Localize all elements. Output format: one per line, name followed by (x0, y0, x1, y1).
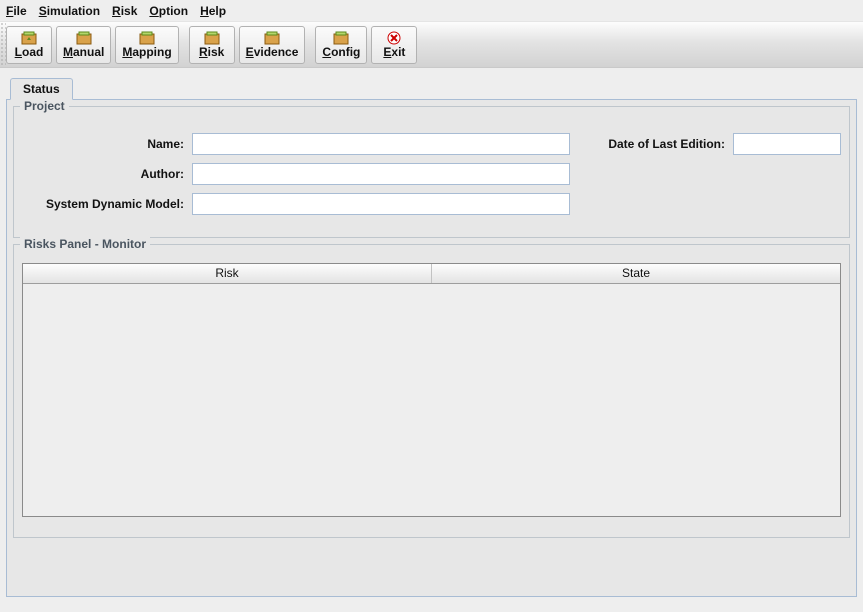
name-input[interactable] (192, 133, 570, 155)
menu-option[interactable]: Option (149, 4, 188, 18)
menu-risk[interactable]: Risk (112, 4, 137, 18)
risks-col-state[interactable]: State (432, 264, 840, 283)
author-input[interactable] (192, 163, 570, 185)
date-last-edition-label: Date of Last Edition: (608, 137, 733, 151)
menu-simulation[interactable]: Simulation (39, 4, 100, 18)
project-group: Project Name: Date of Last Edition: Auth… (13, 106, 850, 238)
date-last-edition-input[interactable] (733, 133, 841, 155)
risks-col-risk[interactable]: Risk (23, 264, 432, 283)
name-label: Name: (22, 137, 192, 151)
risks-panel-group: Risks Panel - Monitor Risk State (13, 244, 850, 538)
status-panel: Project Name: Date of Last Edition: Auth… (6, 99, 857, 597)
config-button[interactable]: Config (315, 26, 367, 64)
toolbar-group-2: Risk Evidence (189, 26, 312, 64)
project-legend: Project (20, 99, 69, 113)
close-icon (387, 31, 401, 45)
mapping-button[interactable]: Mapping (115, 26, 178, 64)
sdm-input[interactable] (192, 193, 570, 215)
menubar: File Simulation Risk Option Help (0, 0, 863, 22)
risks-panel-legend: Risks Panel - Monitor (20, 237, 150, 251)
risks-table-head: Risk State (23, 264, 840, 284)
box-icon (333, 31, 349, 45)
box-icon (21, 31, 37, 45)
manual-button[interactable]: Manual (56, 26, 111, 64)
risks-table: Risk State (22, 263, 841, 517)
box-icon (204, 31, 220, 45)
evidence-button[interactable]: Evidence (239, 26, 306, 64)
risk-button[interactable]: Risk (189, 26, 235, 64)
author-label: Author: (22, 167, 192, 181)
exit-button[interactable]: Exit (371, 26, 417, 64)
toolbar: Load Manual Mapping Risk Evidence (0, 22, 863, 68)
tabbar: Status (0, 78, 863, 100)
menu-file[interactable]: File (6, 4, 27, 18)
box-icon (76, 31, 92, 45)
sdm-label: System Dynamic Model: (22, 197, 192, 211)
load-button[interactable]: Load (6, 26, 52, 64)
toolbar-group-1: Load Manual Mapping (6, 26, 185, 64)
toolbar-group-3: Config Exit (315, 26, 423, 64)
tab-status[interactable]: Status (10, 78, 73, 100)
menu-help[interactable]: Help (200, 4, 226, 18)
box-icon (264, 31, 280, 45)
risks-table-body (23, 284, 840, 516)
box-icon (139, 31, 155, 45)
